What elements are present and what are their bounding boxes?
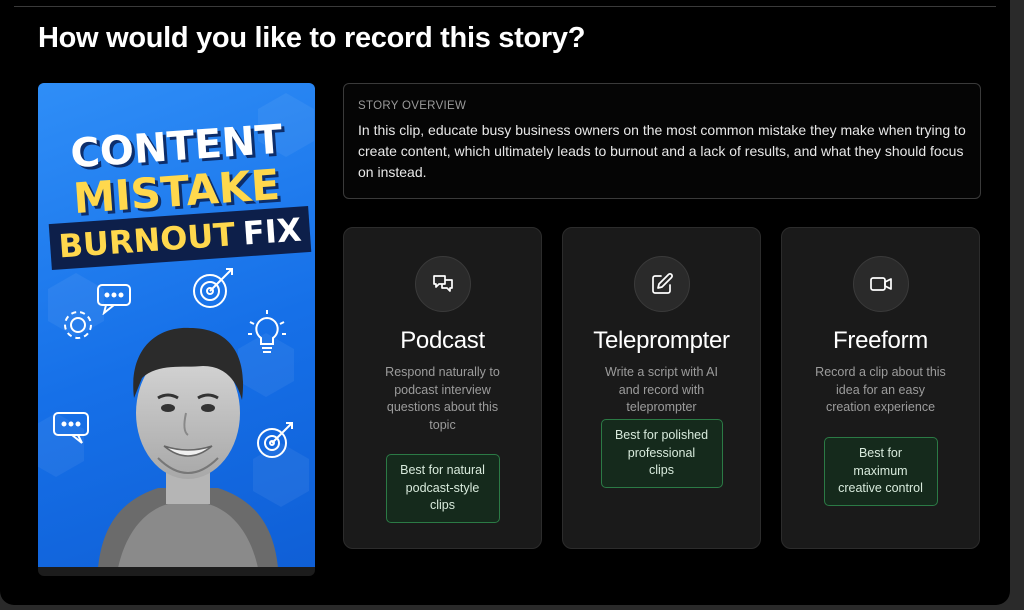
story-overview-label: STORY OVERVIEW (358, 100, 467, 112)
story-overview-text: In this clip, educate busy business owne… (358, 122, 966, 180)
option-card-podcast[interactable]: Podcast Respond naturally to podcast int… (343, 227, 542, 549)
story-thumbnail: CONTENT MISTAKE BURNOUT FIX (38, 83, 315, 576)
thumbnail-title-line3b: FIX (241, 210, 303, 253)
app-frame: How would you like to record this story?… (0, 0, 1010, 605)
option-description: Write a script with AI and record with t… (605, 365, 718, 414)
page-title: How would you like to record this story? (38, 22, 586, 54)
thumbnail-title-line3a: BURNOUT (57, 215, 237, 266)
option-badge: Best for natural podcast-style clips (385, 454, 500, 523)
pencil-edit-icon (634, 256, 690, 312)
target-icon (193, 268, 233, 308)
thumbnail-artwork: CONTENT MISTAKE BURNOUT FIX (38, 83, 315, 567)
option-badge: Best for maximum creative control (823, 437, 938, 506)
gear-icon (64, 311, 92, 339)
option-title: Podcast (400, 327, 485, 354)
chat-bubbles-icon (415, 256, 471, 312)
option-title: Teleprompter (593, 327, 730, 354)
option-badge: Best for polished professional clips (600, 419, 723, 488)
speech-bubble-icon (53, 412, 89, 444)
option-card-teleprompter[interactable]: Teleprompter Write a script with AI and … (562, 227, 761, 549)
option-description: Respond naturally to podcast interview q… (385, 365, 500, 432)
story-overview-panel: STORY OVERVIEW In this clip, educate bus… (343, 83, 981, 199)
presenter-portrait (98, 327, 278, 567)
video-camera-icon (853, 256, 909, 312)
option-description: Record a clip about this idea for an eas… (815, 365, 946, 414)
option-title: Freeform (833, 327, 928, 354)
option-card-freeform[interactable]: Freeform Record a clip about this idea f… (781, 227, 980, 549)
